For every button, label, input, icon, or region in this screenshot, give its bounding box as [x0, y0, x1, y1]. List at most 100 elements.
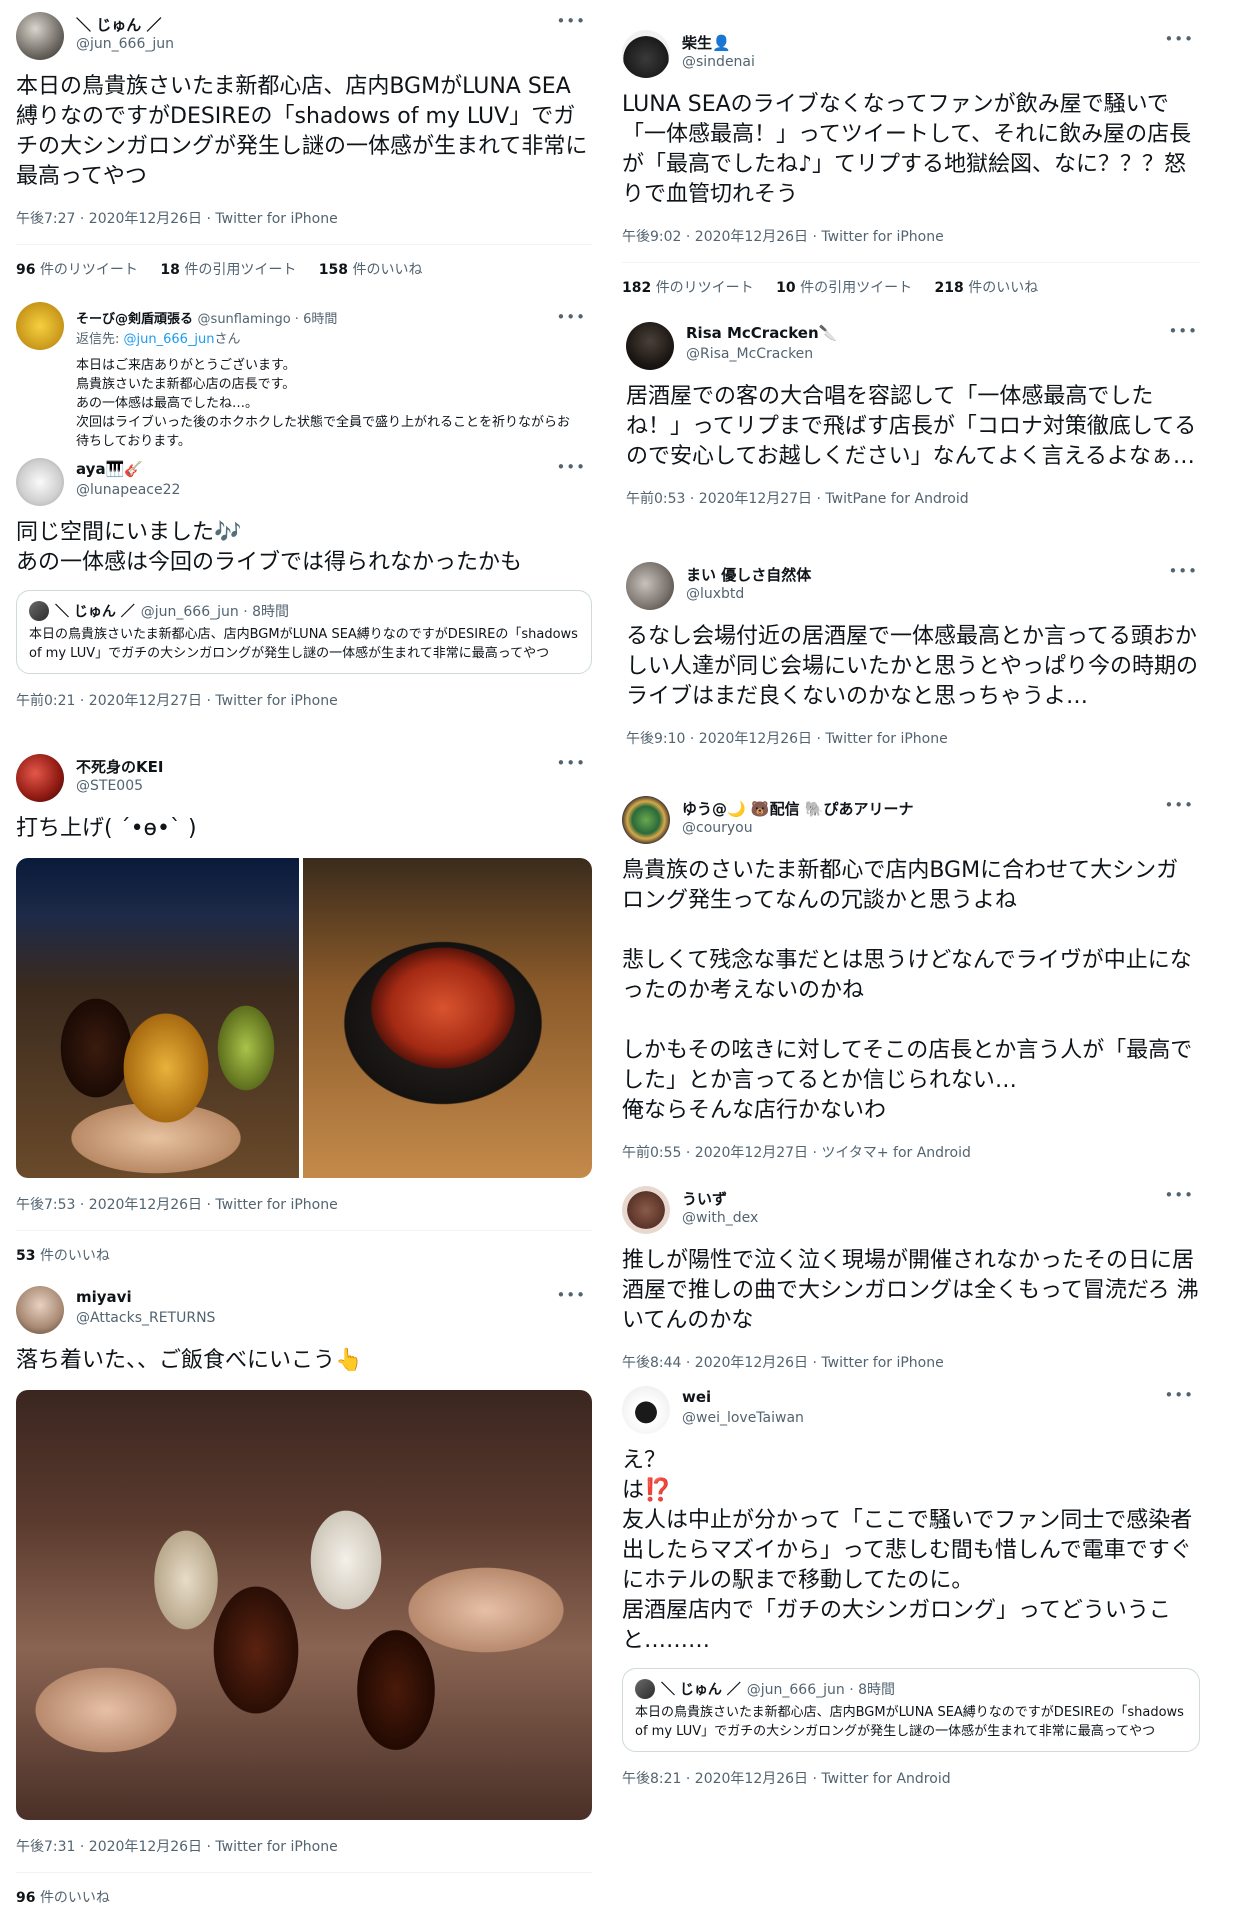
tweet-jun: ＼ じゅん ／ @jun_666_jun ••• 本日の鳥貴族さいたま新都心店、…: [16, 12, 592, 292]
retweet-count[interactable]: 182 件のリツイート: [622, 280, 754, 296]
tweet-text: 本日はご来店ありがとうございます。 鳥貴族さいたま新都心店の店長です。 あの一体…: [76, 358, 571, 449]
quote-count[interactable]: 10 件の引用ツイート: [776, 280, 912, 296]
quote-tweet[interactable]: ＼ じゅん ／ @jun_666_jun · 8時間 本日の鳥貴族さいたま新都心店…: [16, 590, 592, 674]
tweet-header: Risa McCracken🔪 @Risa_McCracken •••: [626, 322, 1204, 382]
more-dots-icon[interactable]: •••: [1164, 30, 1194, 48]
tweet-uizu: ういず @with_dex ••• 推しが陽性で泣く泣く現場が開催されなかったそ…: [622, 1186, 1200, 1382]
like-count[interactable]: 158 件のいいね: [319, 262, 423, 278]
tweet-text: るなし会場付近の居酒屋で一体感最高とか言ってる頭おかしい人達が同じ会場にいたかと…: [626, 624, 1199, 709]
tweet-text: 居酒屋での客の大合唱を容認して「一体感最高でしたね！」ってリプまで飛ばす店長が「…: [626, 384, 1197, 469]
tweet-text: え？ は⁉️ 友人は中止が分かって「ここで騒いでファン同士で感染者出したらマズイ…: [622, 1448, 1193, 1653]
more-dots-icon[interactable]: •••: [556, 12, 586, 30]
avatar[interactable]: [626, 322, 674, 370]
photo-grilled-dish[interactable]: [303, 858, 592, 1178]
tweet-header: wei @wei_loveTaiwan •••: [622, 1386, 1200, 1446]
tweet-meta[interactable]: 午後8:21 · 2020年12月26日 · Twitter for Andro…: [622, 1768, 1200, 1788]
like-count[interactable]: 53 件のいいね: [16, 1248, 110, 1262]
avatar[interactable]: [16, 458, 64, 506]
quote-avatar: [635, 1679, 655, 1699]
more-dots-icon[interactable]: •••: [1164, 1186, 1194, 1204]
tweet-stats: 96 件のいいね: [16, 1873, 592, 1906]
quote-tweet[interactable]: ＼ じゅん ／ @jun_666_jun · 8時間 本日の鳥貴族さいたま新都心店…: [622, 1668, 1200, 1752]
display-name[interactable]: そーび@剣盾頑張る @sunflamingo · 6時間: [76, 308, 337, 327]
like-count[interactable]: 96 件のいいね: [16, 1890, 110, 1906]
photo-drinks-toast[interactable]: [16, 858, 299, 1178]
tweet-meta[interactable]: 午後8:44 · 2020年12月26日 · Twitter for iPhon…: [622, 1352, 1200, 1372]
reply-to-link[interactable]: @jun_666_jun: [124, 332, 215, 347]
more-dots-icon[interactable]: •••: [556, 1286, 586, 1304]
quote-avatar: [29, 601, 49, 621]
media-grid: [16, 858, 592, 1178]
more-dots-icon[interactable]: •••: [556, 754, 586, 772]
avatar[interactable]: [622, 30, 670, 78]
tweet-text: LUNA SEAのライブなくなってファンが飲み屋で騒いで「一体感最高！」ってツイ…: [622, 92, 1192, 207]
avatar[interactable]: [16, 754, 64, 802]
avatar[interactable]: [622, 1386, 670, 1434]
display-name[interactable]: aya🎹🎸: [76, 460, 143, 478]
display-name[interactable]: 不死身のKEI: [76, 756, 163, 777]
tweet-stats: 182 件のリツイート 10 件の引用ツイート 218 件のいいね: [622, 263, 1200, 297]
more-dots-icon[interactable]: •••: [1168, 322, 1198, 340]
display-name[interactable]: 柴生👤: [682, 32, 731, 53]
tweet-header: ういず @with_dex •••: [622, 1186, 1200, 1246]
like-count[interactable]: 218 件のいいね: [935, 280, 1039, 296]
tweet-meta[interactable]: 午後7:31 · 2020年12月26日 · Twitter for iPhon…: [16, 1836, 592, 1856]
avatar[interactable]: [626, 562, 674, 610]
handle[interactable]: @couryou: [682, 820, 753, 836]
tweet-text: 同じ空間にいました🎶 あの一体感は今回のライブでは得られなかったかも: [16, 520, 523, 575]
tweet-text: 鳥貴族のさいたま新都心で店内BGMに合わせて大シンガロング発生ってなんの冗談かと…: [622, 858, 1193, 1123]
display-name[interactable]: ういず: [682, 1188, 727, 1209]
avatar[interactable]: [16, 302, 64, 350]
display-name[interactable]: wei: [682, 1388, 711, 1406]
retweet-count[interactable]: 96 件のリツイート: [16, 262, 138, 278]
quote-header: ＼ じゅん ／ @jun_666_jun · 8時間: [29, 601, 579, 621]
handle[interactable]: @Attacks_RETURNS: [76, 1310, 215, 1326]
media-single: [16, 1390, 592, 1820]
handle[interactable]: @sindenai: [682, 54, 755, 70]
more-dots-icon[interactable]: •••: [1164, 796, 1194, 814]
reply-to: 返信先: @jun_666_junさん: [76, 332, 241, 347]
display-name[interactable]: ゆう@🌙 🐻配信 🐘ぴあアリーナ: [682, 798, 913, 819]
handle[interactable]: @Risa_McCracken: [686, 346, 813, 362]
tweet-yuu: ゆう@🌙 🐻配信 🐘ぴあアリーナ @couryou ••• 鳥貴族のさいたま新都…: [622, 796, 1200, 1172]
tweet-text: 推しが陽性で泣く泣く現場が開催されなかったその日に居酒屋で推しの曲で大シンガロン…: [622, 1248, 1199, 1333]
quote-count[interactable]: 18 件の引用ツイート: [160, 262, 296, 278]
tweet-meta[interactable]: 午前0:55 · 2020年12月27日 · ツイタマ+ for Android: [622, 1142, 1200, 1162]
handle[interactable]: @lunapeace22: [76, 482, 180, 498]
handle[interactable]: @jun_666_jun: [76, 36, 174, 52]
tweet-meta[interactable]: 午後9:10 · 2020年12月26日 · Twitter for iPhon…: [626, 728, 1204, 748]
tweet-stats: 53 件のいいね: [16, 1231, 592, 1262]
tweet-meta[interactable]: 午前0:53 · 2020年12月27日 · TwitPane for Andr…: [626, 488, 1204, 508]
tweet-text: 本日の鳥貴族さいたま新都心店、店内BGMがLUNA SEA縛りなのですがDESI…: [16, 74, 588, 189]
display-name[interactable]: miyavi: [76, 1288, 132, 1306]
more-dots-icon[interactable]: •••: [1168, 562, 1198, 580]
display-name[interactable]: まい 優しさ自然体: [686, 564, 811, 585]
tweet-header: miyavi @Attacks_RETURNS •••: [16, 1286, 592, 1346]
handle[interactable]: @with_dex: [682, 1210, 758, 1226]
tweet-sorbi-reply: そーび@剣盾頑張る @sunflamingo · 6時間 ••• 返信先: @j…: [16, 302, 592, 452]
more-dots-icon[interactable]: •••: [556, 308, 586, 326]
tweet-header: ゆう@🌙 🐻配信 🐘ぴあアリーナ @couryou •••: [622, 796, 1200, 856]
tweet-meta[interactable]: 午後7:27 · 2020年12月26日 · Twitter for iPhon…: [16, 208, 592, 228]
tweet-meta[interactable]: 午前0:21 · 2020年12月27日 · Twitter for iPhon…: [16, 690, 592, 710]
avatar[interactable]: [16, 1286, 64, 1334]
tweet-stats: 96 件のリツイート 18 件の引用ツイート 158 件のいいね: [16, 245, 592, 279]
avatar[interactable]: [622, 1186, 670, 1234]
handle[interactable]: @wei_loveTaiwan: [682, 1410, 804, 1426]
more-dots-icon[interactable]: •••: [1164, 1386, 1194, 1404]
tweet-header: まい 優しさ自然体 @luxbtd •••: [626, 562, 1204, 622]
display-name[interactable]: Risa McCracken🔪: [686, 324, 837, 342]
tweet-text: 落ち着いた、、ご飯食べにいこう👆: [16, 1348, 363, 1373]
avatar[interactable]: [16, 12, 64, 60]
photo-drinks-cheers[interactable]: [16, 1390, 592, 1820]
tweet-kei: 不死身のKEI @STE005 ••• 打ち上げ( ´•ө•` ) 午後7:53…: [16, 754, 592, 1262]
avatar[interactable]: [622, 796, 670, 844]
display-name[interactable]: ＼ じゅん ／: [76, 14, 161, 35]
tweet-meta[interactable]: 午後9:02 · 2020年12月26日 · Twitter for iPhon…: [622, 226, 1200, 246]
handle[interactable]: @luxbtd: [686, 586, 744, 602]
tweet-header: aya🎹🎸 @lunapeace22 •••: [16, 458, 592, 518]
quote-header: ＼ じゅん ／ @jun_666_jun · 8時間: [635, 1679, 1187, 1699]
tweet-meta[interactable]: 午後7:53 · 2020年12月26日 · Twitter for iPhon…: [16, 1194, 592, 1214]
handle[interactable]: @STE005: [76, 778, 143, 794]
more-dots-icon[interactable]: •••: [556, 458, 586, 476]
